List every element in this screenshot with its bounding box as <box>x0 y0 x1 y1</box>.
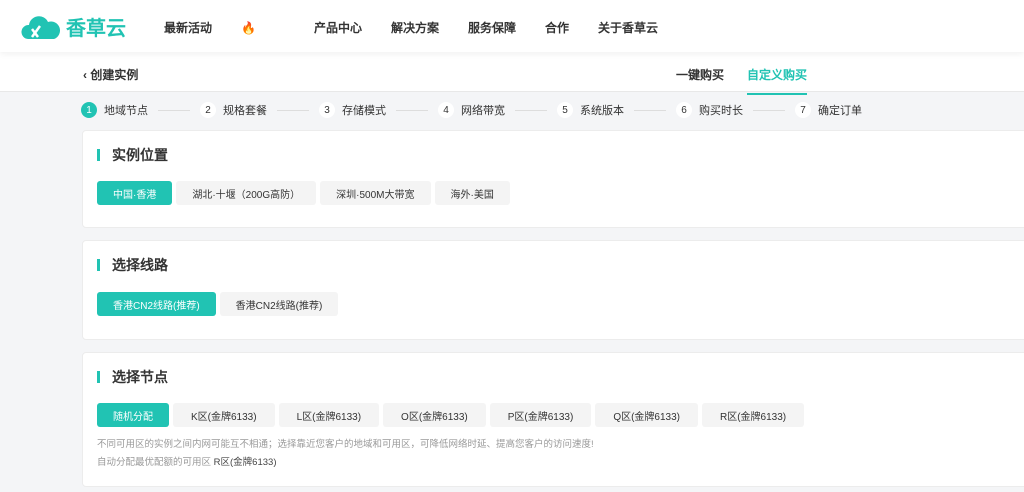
location-option[interactable]: 湖北·十堰（200G高防） <box>176 181 317 205</box>
step-divider <box>396 109 428 111</box>
sub-bar: ‹ 创建实例 一键购买 自定义购买 <box>0 52 1024 95</box>
step-3: 3 存储模式 <box>319 102 386 118</box>
tab-custom-buy[interactable]: 自定义购买 <box>747 66 808 95</box>
node-options: 随机分配 K区(金牌6133) L区(金牌6133) O区(金牌6133) P区… <box>97 403 805 427</box>
step-2: 2 规格套餐 <box>200 102 267 118</box>
step-number: 3 <box>319 102 335 118</box>
location-option[interactable]: 深圳·500M大带宽 <box>320 181 431 205</box>
auto-assign-label: 自动分配最优配额的可用区 <box>97 457 212 468</box>
fire-icon: 🔥 <box>241 21 256 35</box>
node-option[interactable]: R区(金牌6133) <box>702 403 805 427</box>
step-number: 7 <box>795 102 811 118</box>
step-divider <box>277 109 309 111</box>
node-option[interactable]: P区(金牌6133) <box>489 403 592 427</box>
location-options: 中国·香港 湖北·十堰（200G高防） 深圳·500M大带宽 海外·美国 <box>97 181 510 205</box>
section-title: 选择节点 <box>97 370 168 384</box>
step-number: 4 <box>438 102 454 118</box>
auto-assign-note: 自动分配最优配额的可用区 R区(金牌6133) <box>97 454 276 468</box>
step-number: 1 <box>81 102 97 118</box>
nav-latest-activity[interactable]: 最新活动 🔥 <box>164 19 285 36</box>
nav-about[interactable]: 关于香草云 <box>598 19 658 36</box>
step-number: 6 <box>676 102 692 118</box>
top-header: 香草云 最新活动 🔥 产品中心 解决方案 服务保障 合作 关于香草云 <box>0 0 1024 52</box>
node-hint: 不同可用区的实例之间内网可能互不相通；选择靠近您客户的地域和可用区，可降低网络时… <box>97 439 594 450</box>
nav-products[interactable]: 产品中心 <box>314 19 362 36</box>
nav-label: 最新活动 <box>164 21 213 35</box>
main-nav: 最新活动 🔥 产品中心 解决方案 服务保障 合作 关于香草云 <box>164 19 687 36</box>
nav-service[interactable]: 服务保障 <box>468 19 516 36</box>
cloud-logo-icon <box>21 15 61 39</box>
step-4: 4 网络带宽 <box>438 102 505 118</box>
auto-assign-value: R区(金牌6133) <box>213 457 277 468</box>
route-options: 香港CN2线路(推荐) 香港CN2线路(推荐) <box>97 292 339 316</box>
step-label: 存储模式 <box>342 105 386 117</box>
step-divider <box>753 109 785 111</box>
step-label: 网络带宽 <box>461 105 505 117</box>
step-label: 系统版本 <box>580 105 624 117</box>
step-6: 6 购买时长 <box>676 102 743 118</box>
back-label: 创建实例 <box>90 68 139 82</box>
node-option[interactable]: O区(金牌6133) <box>383 403 486 427</box>
tab-quick-buy[interactable]: 一键购买 <box>676 66 724 83</box>
location-card: 实例位置 中国·香港 湖北·十堰（200G高防） 深圳·500M大带宽 海外·美… <box>82 130 1024 228</box>
step-label: 购买时长 <box>699 105 743 117</box>
step-number: 5 <box>557 102 573 118</box>
step-indicator: 1 地域节点 2 规格套餐 3 存储模式 4 网络带宽 5 系统版本 6 购买时长 7 确定订… <box>81 102 862 118</box>
node-option[interactable]: L区(金牌6133) <box>278 403 380 427</box>
nav-solutions[interactable]: 解决方案 <box>391 19 439 36</box>
step-divider <box>634 109 666 111</box>
node-option[interactable]: K区(金牌6133) <box>173 403 275 427</box>
route-option[interactable]: 香港CN2线路(推荐) <box>97 292 216 316</box>
node-option[interactable]: Q区(金牌6133) <box>595 403 698 427</box>
back-link[interactable]: ‹ 创建实例 <box>83 66 138 83</box>
route-card: 选择线路 香港CN2线路(推荐) 香港CN2线路(推荐) <box>82 240 1024 340</box>
section-title: 选择线路 <box>97 258 168 272</box>
logo-text: 香草云 <box>66 18 126 40</box>
location-option[interactable]: 海外·美国 <box>434 181 510 205</box>
step-label: 确定订单 <box>818 105 862 117</box>
step-divider <box>515 109 547 111</box>
step-7: 7 确定订单 <box>795 102 862 118</box>
route-option[interactable]: 香港CN2线路(推荐) <box>219 292 339 316</box>
step-divider <box>158 109 190 111</box>
section-title: 实例位置 <box>97 148 168 162</box>
node-option[interactable]: 随机分配 <box>97 403 169 427</box>
step-5: 5 系统版本 <box>557 102 624 118</box>
nav-cooperation[interactable]: 合作 <box>545 19 569 36</box>
step-number: 2 <box>200 102 216 118</box>
step-1: 1 地域节点 <box>81 102 148 118</box>
logo[interactable]: 香草云 <box>20 12 126 41</box>
node-card: 选择节点 随机分配 K区(金牌6133) L区(金牌6133) O区(金牌613… <box>82 352 1024 487</box>
location-option[interactable]: 中国·香港 <box>97 181 173 205</box>
step-label: 规格套餐 <box>223 105 267 117</box>
step-label: 地域节点 <box>104 105 148 117</box>
